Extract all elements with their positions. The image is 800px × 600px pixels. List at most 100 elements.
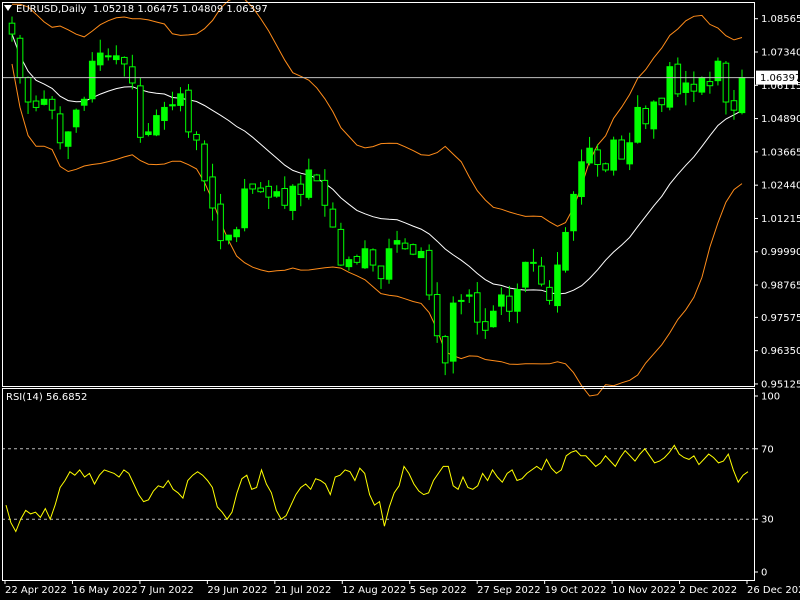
candle-body (153, 115, 160, 136)
date-tick-label: 29 Jun 2022 (207, 585, 267, 596)
candle-body (80, 98, 88, 106)
candle-body (409, 244, 417, 255)
candle-body (281, 188, 289, 206)
candle-body (634, 106, 642, 143)
candle-body (225, 234, 232, 241)
candle-body (457, 299, 465, 302)
bollinger-upper-band (12, 0, 743, 227)
dropdown-triangle-icon[interactable] (4, 5, 12, 11)
candle-body (121, 56, 128, 65)
candle-body (145, 131, 152, 136)
candle-body (626, 142, 633, 165)
date-tick-label: 26 Dec 2022 (747, 585, 800, 596)
candle-body (321, 179, 329, 206)
price-tick-label: 0.96350 (761, 346, 800, 357)
main-frame (2, 2, 755, 387)
date-tick-label: 27 Sep 2022 (477, 585, 540, 596)
candle-body (345, 259, 353, 268)
candle-body (570, 193, 577, 232)
candle-body (506, 295, 513, 312)
date-tick-label: 19 Oct 2022 (545, 585, 607, 596)
candle-body (305, 169, 313, 198)
candle-body (48, 98, 56, 111)
rsi-tick-label: 30 (761, 515, 774, 526)
date-tick-label: 22 Apr 2022 (5, 585, 67, 596)
price-tick-label: 1.07340 (761, 48, 800, 59)
candle-body (88, 60, 96, 100)
candle-body (554, 264, 561, 307)
candle-body (666, 66, 674, 108)
rsi-axis: 100 70 30 0 (754, 392, 780, 579)
candle-body (522, 261, 529, 288)
bollinger-lower-band (11, 63, 743, 397)
candle-body (401, 242, 409, 250)
candle-body (32, 100, 40, 108)
price-tick-label: 1.01215 (761, 214, 800, 225)
candle-body (514, 289, 521, 312)
candle-body (642, 107, 650, 125)
candle-body (137, 85, 144, 138)
date-tick-label: 12 Aug 2022 (342, 585, 406, 596)
candle-body (530, 261, 537, 264)
price-tick-label: 1.08565 (761, 14, 800, 25)
rsi-indicator-label[interactable]: RSI(14) 56.6852 (6, 392, 87, 403)
candle-body (481, 321, 489, 331)
candle-body (104, 55, 112, 58)
rsi-plot (2, 444, 754, 533)
candle-body (602, 163, 609, 171)
candle-body (658, 97, 666, 106)
candle-body (233, 229, 240, 238)
candle-body (257, 187, 264, 193)
date-tick-label: 2 Dec 2022 (680, 585, 738, 596)
candle-body (650, 101, 658, 130)
date-tick-label: 10 Nov 2022 (612, 585, 676, 596)
candle-body (433, 294, 441, 337)
candle-body (610, 139, 617, 171)
current-price-label: 1.06397 (760, 73, 800, 84)
candle-body (96, 52, 104, 66)
rsi-line (5, 444, 749, 533)
candle-body (425, 249, 433, 296)
candle-body (578, 161, 585, 198)
candle-body (64, 131, 72, 147)
candle-body (297, 183, 305, 195)
candle-body (24, 76, 32, 103)
symbol-label: EURUSD,Daily (16, 4, 87, 15)
date-axis: 22 Apr 2022 16 May 2022 7 Jun 2022 29 Jun 2… (4, 580, 800, 596)
candle-body (169, 104, 176, 107)
candle-body (353, 255, 361, 263)
candle-body (562, 231, 569, 271)
candle-body (698, 77, 706, 93)
main-price-plot (2, 0, 754, 397)
candle-body (40, 98, 48, 105)
candle-body (249, 183, 256, 190)
candle-body (329, 208, 337, 228)
date-tick-label: 21 Jul 2022 (275, 585, 332, 596)
price-tick-label: 1.02440 (761, 181, 800, 192)
price-tick-label: 1.04890 (761, 114, 800, 125)
candle-body (369, 249, 377, 266)
candle-body (361, 248, 369, 269)
candle-body (177, 93, 184, 106)
candle-body (193, 133, 200, 141)
candle-body (498, 294, 505, 307)
candle-body (465, 294, 473, 297)
candle-body (722, 62, 730, 103)
candle-body (586, 147, 593, 164)
candle-body (265, 185, 273, 198)
candle-body (473, 292, 481, 323)
candle-body (209, 176, 216, 209)
price-tick-label: 1.03665 (761, 147, 800, 158)
date-tick-label: 5 Sep 2022 (410, 585, 467, 596)
candle-body (16, 37, 24, 79)
candle-body (337, 228, 345, 266)
candle-body (185, 89, 192, 133)
chart-canvas: 1.085651.073401.061151.048901.036651.024… (2, 0, 800, 596)
candle-body (682, 82, 690, 93)
price-tick-label: 0.97575 (761, 313, 800, 324)
chart-header[interactable]: EURUSD,Daily 1.05218 1.06475 1.04809 1.0… (4, 4, 268, 15)
candle-body (546, 286, 553, 301)
date-tick-label: 16 May 2022 (72, 585, 137, 596)
candle-body (72, 109, 80, 128)
rsi-frame (2, 388, 755, 581)
